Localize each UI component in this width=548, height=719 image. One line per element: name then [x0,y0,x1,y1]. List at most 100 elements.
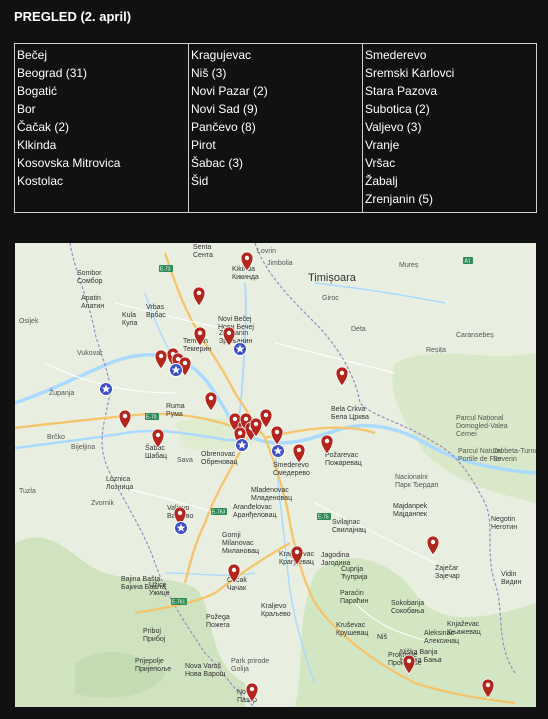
map-label: Kula Кула [122,312,138,327]
map-pin-icon[interactable] [192,286,206,307]
terrain [15,353,536,707]
map-label: Sokobanja Сокобања [391,600,424,615]
star-marker-icon[interactable] [233,342,247,356]
star-marker-icon[interactable] [99,382,113,396]
map-label: Loznica Лозница [106,476,133,491]
city-item: Bečej [17,48,48,62]
road-shield-label: E-75 [318,515,329,521]
star-marker-icon[interactable] [235,438,249,452]
map-label: Jagodina Јагодина [321,552,350,567]
map-canvas[interactable]: Timișoara Osijek Sombor Сомбор Apatin Апат… [15,243,536,707]
city-item: Kosovska Mitrovica [17,156,121,170]
road-shield-label: A1 [465,259,471,265]
city-column-2: Kragujevac Niš (3) Novi Pazar (2) Novi S… [188,43,363,213]
map-label: Kraljevo Краљево [261,603,291,618]
map-label: Vrbas Врбас [146,304,166,319]
map-label: Gornji Milanovac Милановац [222,532,259,555]
map-label: Mladenovac Младеновац [251,487,292,502]
city-item: Subotica (2) [365,102,430,116]
city-item: Bor [17,102,36,116]
map-label: Županja [49,388,74,397]
map-label: Mureș [399,262,419,269]
map-label: Jimbolia [267,260,293,267]
city-item: Šabac (3) [191,156,244,170]
map-pin-icon[interactable] [292,443,306,464]
map-label: Lovrin [257,248,276,255]
map-pin-icon[interactable] [426,535,440,556]
map-label: Sava [177,457,193,464]
city-item: Vršac [365,156,396,170]
map-view[interactable]: Timișoara Osijek Sombor Сомбор Apatin Апат… [15,243,536,707]
map-label: Zaječar Зајечар [435,565,460,580]
city-item: Zrenjanin (5) [365,192,434,206]
city-column-1: Bečej Beograd (31) Bogatić Bor Čačak (2)… [14,43,189,213]
star-marker-icon[interactable] [174,521,188,535]
map-label: Brčko [47,434,65,441]
city-item: Stara Pazova [365,84,438,98]
map-label: Caransebeș [456,332,494,339]
map-label: Vukovar [77,350,103,357]
map-label: Ruma Рума [166,403,185,418]
page-title: PREGLED (2. april) [14,9,132,24]
city-column-3: Smederevo Sremski Karlovci Stara Pazova … [362,43,537,213]
city-item: Smederevo [365,48,427,62]
map-label: Tuzla [19,488,36,495]
city-item: Novi Sad (9) [191,102,258,116]
city-item: Beograd (31) [17,66,88,80]
city-item: Kostolac [17,174,64,188]
map-label: Novi Bečej Нови Бечеј [218,316,254,331]
map-label: Zvornik [91,500,114,507]
city-item: Kragujevac [191,48,252,62]
road-shield-label: E-73 [160,267,171,273]
city-list-table: Bečej Beograd (31) Bogatić Bor Čačak (2)… [14,43,537,213]
map-pin-icon[interactable] [118,409,132,430]
map-label: Smederevo Смедерево [273,462,310,477]
map-label: Sombor Сомбор [77,270,103,285]
map-label: Nova Varoš Нова Варош [185,663,226,678]
city-item: Bogatić [17,84,58,98]
map-pin-icon[interactable] [154,349,168,370]
city-item: Sremski Karlovci [365,66,455,80]
road-shield-label: E-761 [172,600,186,606]
city-item: Niš (3) [191,66,227,80]
map-label: Knjaževac Књажевац [447,621,481,636]
map-pin-icon[interactable] [335,366,349,387]
map-label: Deta [351,326,366,333]
city-item: Pirot [191,138,216,152]
city-item: Valjevo (3) [365,120,422,134]
map-label: Osijek [19,318,39,325]
city-item: Žabalj [365,174,398,188]
city-item: Klkinda [17,138,57,152]
map-label: Bela Crkva Бела Црква [331,406,369,421]
road-shield-label: E-763 [212,510,226,516]
city-item: Novi Pazar (2) [191,84,268,98]
map-label: Nacionalni Парк Ђердап [395,474,438,489]
map-label: Majdanpek Мајданпек [393,503,428,518]
map-label: Obrenovac Обреновац [201,451,238,466]
map-pin-icon[interactable] [204,391,218,412]
map-label: Senta Сента [193,244,213,259]
map-label: Giroc [322,295,339,302]
star-marker-icon[interactable] [169,363,183,377]
map-label: Požarevac Пожаревац [325,452,362,467]
map-label: Apatin Апатин [81,295,104,310]
map-label: Parcul Natural Portile de Fier [458,448,503,463]
map-label: Aranđelovac Аранђеловац [233,504,276,519]
map-label: Park prirode Golija [231,658,269,673]
map-label: Požega Пожега [206,614,230,629]
map-label: Niš [377,634,388,641]
star-marker-icon[interactable] [271,444,285,458]
map-label: Kruševac Крушевац [336,622,368,637]
city-item: Vranje [365,138,400,152]
map-label: Reșița [426,347,446,354]
map-label: Vidin Видин [501,571,522,586]
map-label: Svilajnac Свилајнац [332,519,366,534]
city-item: Šid [191,174,209,188]
city-item: Čačak (2) [17,120,70,134]
map-label: Bijeljina [71,444,95,451]
map-label: Timișoara [308,272,357,284]
city-item: Pančevo (8) [191,120,256,134]
road-shield-label: E-70 [146,415,157,421]
map-label: Bajina Bašta Бајина Башта [121,576,166,591]
map-label: Negotin Неготин [491,516,517,531]
